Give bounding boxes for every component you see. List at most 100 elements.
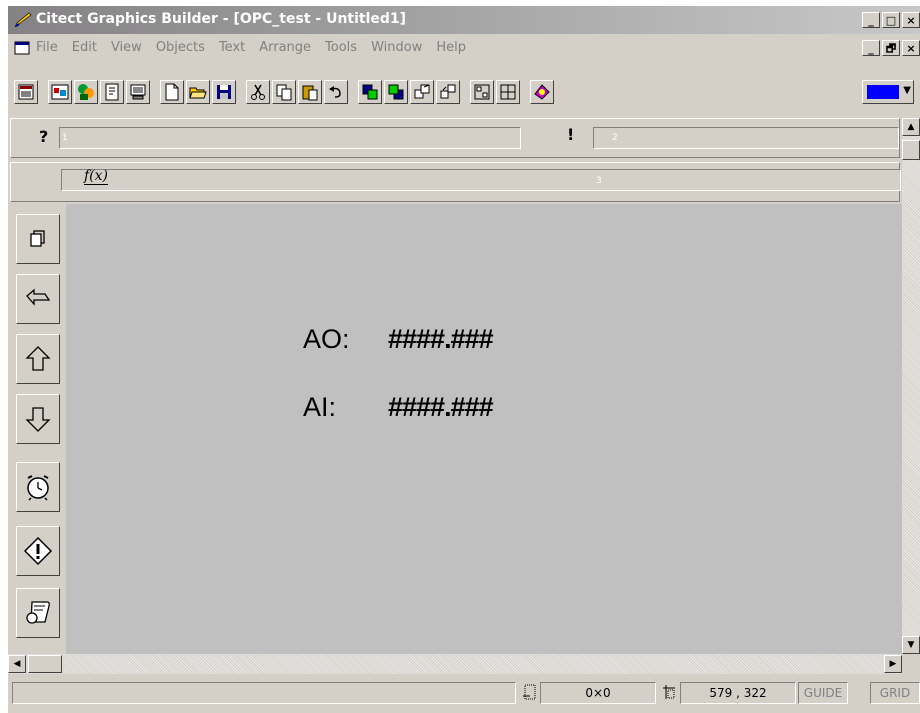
ungroup-button[interactable] — [436, 80, 460, 104]
close-button[interactable]: × — [902, 12, 920, 28]
group-button[interactable] — [410, 80, 434, 104]
menu-arrange[interactable]: Arrange — [259, 40, 311, 55]
save-icon — [217, 85, 231, 99]
scroll-icon — [26, 601, 50, 624]
cursor-position-readout: 579 , 322 — [680, 682, 796, 704]
horizontal-scroll-thumb[interactable] — [28, 655, 62, 673]
cut-button[interactable] — [246, 80, 270, 104]
scroll-button[interactable] — [16, 588, 60, 638]
undo-button[interactable] — [324, 80, 348, 104]
menu-view[interactable]: View — [111, 40, 142, 55]
fill-color-picker[interactable]: ▼ — [862, 80, 914, 104]
minimize-button[interactable]: _ — [862, 12, 880, 28]
page-properties-icon — [105, 83, 119, 101]
align-button[interactable] — [470, 80, 494, 104]
function-label: f(x) — [84, 168, 109, 185]
back-button[interactable] — [16, 274, 60, 324]
chevron-down-icon: ▼ — [903, 85, 911, 96]
vertical-scrollbar[interactable]: ▲ ▼ — [902, 118, 920, 654]
horizontal-scrollbar[interactable]: ◀ ▶ — [8, 654, 902, 674]
page-properties-button[interactable] — [100, 80, 124, 104]
ai-value[interactable]: ####.### — [388, 392, 494, 423]
computer-button[interactable] — [126, 80, 150, 104]
menu-file[interactable]: File — [36, 40, 58, 55]
save-button[interactable] — [212, 80, 236, 104]
menu-objects[interactable]: Objects — [156, 40, 205, 55]
paste-button[interactable] — [298, 80, 322, 104]
copy-pages-button[interactable] — [16, 214, 60, 264]
graphics-builder-app-icon[interactable] — [14, 12, 32, 28]
status-message-pane — [12, 682, 516, 704]
menu-window[interactable]: Window — [371, 40, 422, 55]
up-arrow-icon — [25, 346, 51, 371]
alarm-clock-icon — [27, 475, 49, 501]
cut-icon — [251, 84, 265, 100]
guide-indicator[interactable]: GUIDE — [798, 682, 848, 704]
properties-bar: ? 1 ! 2 — [10, 118, 900, 158]
ao-value[interactable]: ####.### — [388, 324, 494, 355]
scroll-left-icon[interactable]: ◀ — [8, 655, 26, 673]
scroll-down-icon[interactable]: ▼ — [902, 636, 920, 654]
ungroup-icon — [440, 84, 456, 99]
paste-icon — [302, 85, 318, 101]
open-button[interactable] — [186, 80, 210, 104]
space-evenly-button[interactable] — [496, 80, 520, 104]
drawing-canvas[interactable]: AO: ####.### AI: ####.### — [66, 204, 902, 654]
new-icon — [165, 83, 179, 101]
title-bar[interactable]: Citect Graphics Builder - [OPC_test - Un… — [8, 6, 920, 34]
scroll-thumb[interactable] — [902, 140, 920, 160]
exclaim-label: ! — [567, 125, 575, 144]
mdi-close-button[interactable]: × — [902, 40, 920, 56]
menu-help[interactable]: Help — [436, 40, 466, 55]
up-button[interactable] — [16, 334, 60, 384]
fill-color-swatch — [867, 85, 899, 99]
bring-to-front-button[interactable] — [358, 80, 382, 104]
object-size-icon — [522, 684, 536, 704]
mdi-minimize-button[interactable]: _ — [862, 40, 880, 56]
marker-2: 2 — [612, 133, 618, 143]
property-field-1[interactable]: 1 — [59, 127, 521, 149]
menu-tools[interactable]: Tools — [325, 40, 357, 55]
copy-pages-icon — [30, 230, 45, 247]
project-editor-button[interactable] — [14, 80, 38, 104]
property-field-2[interactable]: 2 — [593, 127, 899, 149]
warning-button[interactable] — [16, 526, 60, 576]
function-field[interactable]: f(x) 3 — [61, 168, 901, 191]
ai-label[interactable]: AI: — [303, 392, 336, 423]
status-bar: 0×0 579 , 322 GUIDE GRID — [8, 678, 920, 706]
grid-indicator[interactable]: GRID — [870, 682, 920, 704]
menu-edit[interactable]: Edit — [72, 40, 97, 55]
scroll-right-icon[interactable]: ▶ — [884, 655, 902, 673]
copy-button[interactable] — [272, 80, 296, 104]
alarms-button[interactable] — [16, 462, 60, 512]
maximize-button[interactable]: □ — [882, 12, 900, 28]
new-button[interactable] — [160, 80, 184, 104]
graphics-builder-button[interactable] — [48, 80, 72, 104]
toolbar: ▼ — [8, 76, 920, 112]
graphics-builder-icon — [51, 84, 69, 100]
cicode-editor-icon — [78, 84, 94, 100]
menu-text[interactable]: Text — [219, 40, 245, 55]
undo-icon — [329, 86, 341, 98]
help-button[interactable] — [530, 80, 554, 104]
help-icon — [534, 84, 550, 100]
cursor-position-icon — [662, 684, 676, 704]
computer-icon — [130, 84, 146, 100]
marker-1: 1 — [62, 133, 68, 143]
down-button[interactable] — [16, 394, 60, 444]
warning-icon — [23, 536, 53, 566]
send-to-back-button[interactable] — [384, 80, 408, 104]
mdi-restore-button[interactable]: 🗗 — [882, 40, 900, 56]
ao-label[interactable]: AO: — [303, 324, 350, 355]
group-icon — [414, 84, 430, 99]
copy-icon — [276, 84, 292, 101]
marker-3: 3 — [596, 176, 602, 186]
window-title: Citect Graphics Builder - [OPC_test - Un… — [36, 11, 407, 27]
space-evenly-icon — [500, 84, 516, 100]
send-to-back-icon — [388, 84, 404, 100]
scroll-up-icon[interactable]: ▲ — [902, 118, 920, 136]
document-icon[interactable] — [14, 40, 30, 55]
bring-to-front-icon — [362, 84, 378, 100]
cicode-editor-button[interactable] — [74, 80, 98, 104]
object-size-readout: 0×0 — [540, 682, 656, 704]
